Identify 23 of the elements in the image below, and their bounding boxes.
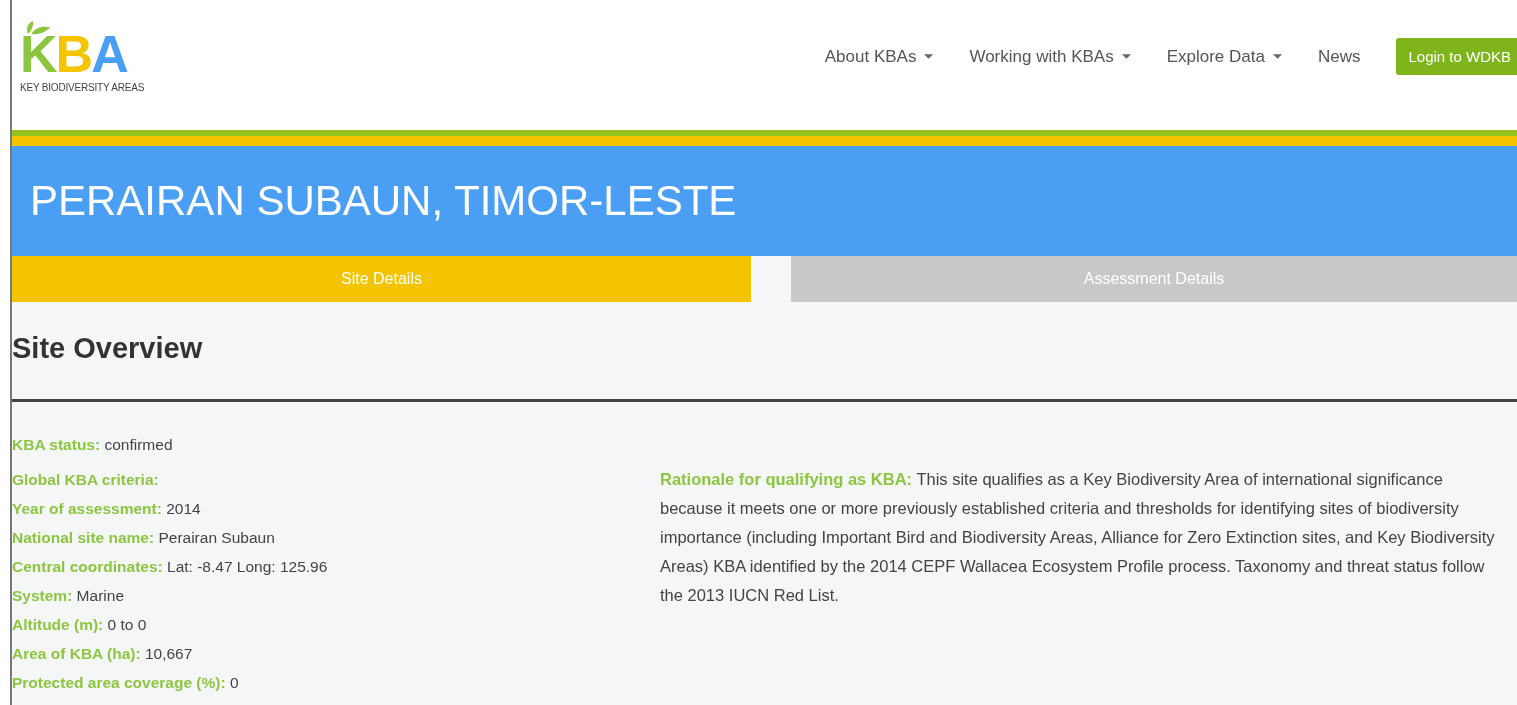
nav-link[interactable]: About KBAs — [824, 46, 934, 67]
info-field: Central coordinates: Lat: -8.47 Long: 125.96 — [12, 552, 660, 581]
caret-icon — [1121, 54, 1131, 59]
nav-link[interactable]: Working with KBAs — [969, 46, 1131, 67]
info-field: System: Marine — [12, 581, 660, 610]
info-field: Area of KBA (ha): 10,667 — [12, 639, 660, 668]
status-field: KBA status: confirmed — [12, 430, 1517, 459]
logo-tagline: KEY BIODIVERSITY AREAS — [20, 82, 145, 93]
info-field: National site name: Perairan Subaun — [12, 523, 660, 552]
info-field: Year of assessment: 2014 — [12, 494, 660, 523]
rationale-paragraph: Rationale for qualifying as KBA: This site qualifies as a Key Biodiversity Area of international significance because it meets one or more previously established criteria and thresholds for identifying sites of biodiversity importance (including Important Bird and Biodiversity Areas, Alliance for Zero Extinction sites, and Key Biodiversity Areas) KBA identified by the 2014 CEPF Wallacea Ecosystem Profile process. Taxonomy and threat status follow the 2013 IUCN Red List. — [660, 469, 1496, 606]
info-field: Altitude (m): 0 to 0 — [12, 610, 660, 639]
section-title: Site Overview — [12, 332, 204, 365]
logo-letter: K — [20, 28, 56, 80]
info-field: Global KBA criteria: — [12, 465, 660, 494]
logo-letter: A — [91, 28, 127, 80]
nav-link[interactable]: Explore Data — [1166, 46, 1282, 67]
nav-link[interactable]: News — [1317, 46, 1361, 67]
info-field: Protected area coverage (%): 0 — [12, 668, 660, 697]
page-title: PERAIRAN SUBAUN, TIMOR-LESTE — [30, 177, 737, 225]
caret-icon — [1272, 54, 1282, 59]
caret-icon — [924, 54, 934, 59]
leaf-icon — [24, 20, 52, 35]
